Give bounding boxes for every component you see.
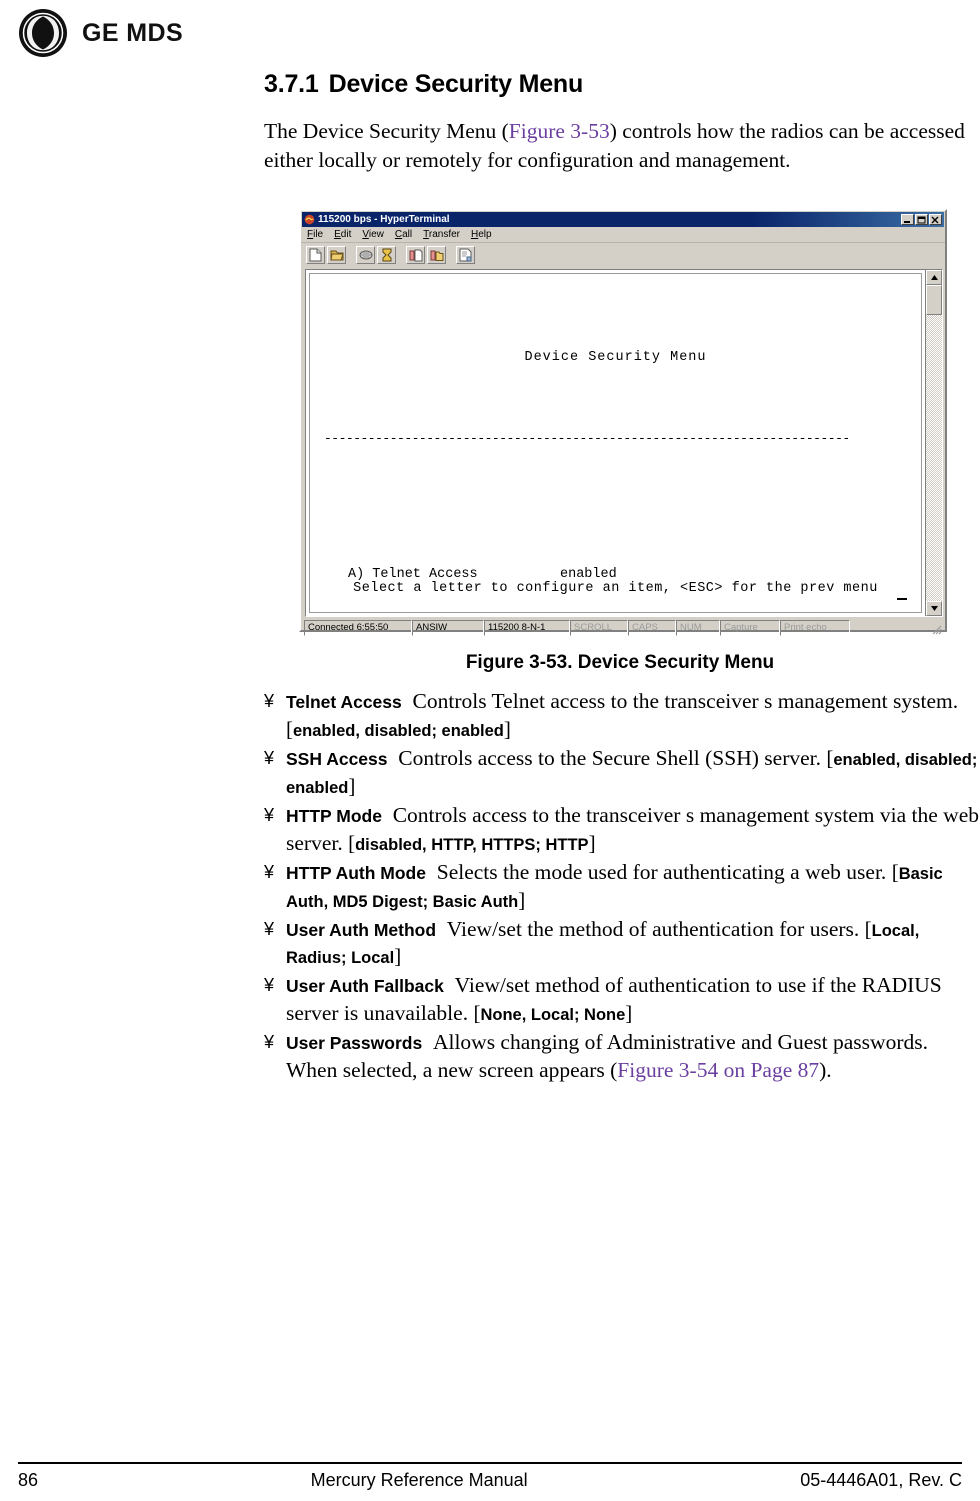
bullet-glyph-icon: ¥ bbox=[264, 804, 275, 825]
page-header: ge GE MDS bbox=[18, 8, 183, 58]
scrollbar-thumb[interactable] bbox=[926, 285, 942, 315]
parameter-options: None, Local; None bbox=[480, 1006, 626, 1025]
terminal-heading: Device Security Menu bbox=[524, 350, 707, 365]
scrollbar-track[interactable] bbox=[926, 285, 942, 601]
section-title: Device Security Menu bbox=[328, 70, 584, 98]
figure-3-53-xref-link[interactable]: Figure 3-53 bbox=[509, 119, 610, 143]
window-status-bar: Connected 6:55:50 ANSIW 115200 8-N-1 SCR… bbox=[304, 620, 943, 636]
window-toolbar bbox=[301, 243, 945, 268]
list-item-text: SSH Access Controls access to the Secure… bbox=[286, 745, 978, 798]
page-footer: 86 Mercury Reference Manual 05-4446A01, … bbox=[18, 1470, 962, 1491]
parameter-options: disabled, HTTP, HTTPS; HTTP bbox=[355, 835, 589, 854]
bullet-glyph-icon: ¥ bbox=[264, 691, 275, 711]
window-menu-bar: File Edit View Call Transfer Help bbox=[301, 227, 945, 243]
list-item: ¥ SSH Access Controls access to the Secu… bbox=[264, 745, 980, 801]
menu-help[interactable]: Help bbox=[471, 229, 492, 240]
list-item: ¥ HTTP Mode Controls access to the trans… bbox=[264, 802, 980, 858]
list-item: ¥ User Passwords Allows changing of Admi… bbox=[264, 1029, 980, 1085]
hyperterminal-app-icon bbox=[304, 214, 315, 225]
menu-view[interactable]: View bbox=[362, 229, 384, 240]
status-num-indicator: NUM bbox=[676, 620, 720, 636]
list-item-text: User Passwords Allows changing of Admini… bbox=[286, 1029, 980, 1085]
terminal-cursor bbox=[897, 598, 907, 600]
open-connection-icon[interactable] bbox=[327, 246, 346, 264]
window-resize-grip[interactable] bbox=[929, 620, 943, 636]
section-content: 3.7.1 Device Security Menu The Device Sec… bbox=[264, 70, 976, 174]
menu-transfer[interactable]: Transfer bbox=[423, 229, 460, 240]
footer-divider bbox=[18, 1462, 962, 1464]
figure-caption: Figure 3-53. Device Security Menu bbox=[465, 652, 775, 673]
list-item-text: HTTP Mode Controls access to the transce… bbox=[286, 802, 979, 855]
parameter-name: User Auth Fallback bbox=[286, 976, 444, 997]
parameter-name: SSH Access bbox=[286, 748, 388, 769]
list-item: ¥ HTTP Auth Mode Selects the mode used f… bbox=[264, 859, 980, 915]
parameter-description-list: ¥ Telnet Access Controls Telnet access t… bbox=[264, 688, 980, 1086]
parameter-name: Telnet Access bbox=[286, 692, 402, 712]
parameter-description: View/set the method of authentication fo… bbox=[446, 916, 860, 941]
page-title: 3.7.1 Device Security Menu bbox=[264, 70, 976, 99]
bullet-glyph-icon: ¥ bbox=[264, 1032, 275, 1053]
terminal-scrollbar[interactable] bbox=[925, 270, 942, 616]
send-file-icon[interactable] bbox=[406, 246, 425, 264]
terminal-divider: ----------------------------------------… bbox=[324, 431, 850, 446]
section-number: 3.7.1 bbox=[264, 70, 319, 98]
window-title: 115200 bps - HyperTerminal bbox=[318, 214, 450, 225]
status-print-echo-indicator: Print echo bbox=[780, 620, 850, 636]
disconnect-icon[interactable] bbox=[356, 246, 375, 264]
status-capture-indicator: Capture bbox=[720, 620, 780, 636]
list-item-text: User Auth Fallback View/set method of au… bbox=[286, 973, 942, 1026]
parameter-description-tail: ). bbox=[819, 1058, 832, 1083]
list-item: ¥ User Auth Method View/set the method o… bbox=[264, 916, 980, 972]
bullet-glyph-icon: ¥ bbox=[264, 975, 275, 996]
list-item: ¥ User Auth Fallback View/set method of … bbox=[264, 972, 980, 1028]
intro-text-before: The Device Security Menu ( bbox=[264, 119, 509, 143]
terminal-screen[interactable]: Device Security Menu -------------------… bbox=[309, 273, 922, 613]
call-icon[interactable] bbox=[377, 246, 396, 264]
status-connection-time: Connected 6:55:50 bbox=[304, 620, 412, 636]
list-item-text: User Auth Method View/set the method of … bbox=[286, 916, 920, 969]
menu-call[interactable]: Call bbox=[395, 229, 412, 240]
scroll-up-arrow-icon[interactable] bbox=[926, 270, 942, 285]
parameter-name: HTTP Mode bbox=[286, 805, 382, 826]
intro-paragraph: The Device Security Menu (Figure 3-53) c… bbox=[264, 117, 976, 174]
hyperterminal-window: 115200 bps - HyperTerminal File Edit Vie… bbox=[299, 209, 947, 636]
brand-wordmark: GE MDS bbox=[82, 18, 184, 47]
ge-monogram-icon: ge bbox=[19, 9, 67, 57]
parameter-name: User Passwords bbox=[286, 1033, 423, 1054]
scroll-down-arrow-icon[interactable] bbox=[926, 601, 942, 616]
footer-document-id: 05-4446A01, Rev. C bbox=[800, 1470, 962, 1490]
terminal-prompt-text: Select a letter to configure an item, <E… bbox=[353, 581, 878, 596]
window-controls bbox=[901, 214, 942, 225]
receive-file-icon[interactable] bbox=[427, 246, 446, 264]
bullet-glyph-icon: ¥ bbox=[264, 918, 275, 939]
footer-page-number: 86 bbox=[18, 1470, 39, 1490]
terminal-client-area: Device Security Menu -------------------… bbox=[305, 269, 943, 617]
status-caps-indicator: CAPS bbox=[628, 620, 676, 636]
new-connection-icon[interactable] bbox=[306, 246, 325, 264]
list-item: ¥ Telnet Access Controls Telnet access t… bbox=[264, 688, 980, 744]
status-emulation: ANSIW bbox=[412, 620, 484, 636]
close-button[interactable] bbox=[929, 214, 942, 225]
window-title-bar[interactable]: 115200 bps - HyperTerminal bbox=[302, 212, 944, 227]
parameter-description: Controls Telnet access to the transceive… bbox=[412, 689, 959, 713]
footer-manual-title: Mercury Reference Manual bbox=[310, 1470, 528, 1490]
parameter-options: enabled, disabled; enabled bbox=[293, 721, 504, 740]
maximize-button[interactable] bbox=[915, 214, 928, 225]
list-item-text: Telnet Access Controls Telnet access to … bbox=[286, 689, 959, 741]
parameter-name: HTTP Auth Mode bbox=[286, 862, 426, 883]
parameter-description: Controls access to the Secure Shell (SSH… bbox=[398, 745, 821, 770]
minimize-button[interactable] bbox=[901, 214, 914, 225]
menu-file[interactable]: File bbox=[307, 229, 323, 240]
status-scroll-indicator: SCROLL bbox=[570, 620, 628, 636]
bullet-glyph-icon: ¥ bbox=[264, 861, 275, 882]
menu-edit[interactable]: Edit bbox=[334, 229, 351, 240]
list-item-text: HTTP Auth Mode Selects the mode used for… bbox=[286, 859, 943, 912]
status-serial-settings: 115200 8-N-1 bbox=[484, 620, 570, 636]
parameter-name: User Auth Method bbox=[286, 919, 437, 940]
parameter-description: Selects the mode used for authenticating… bbox=[436, 859, 887, 884]
figure-3-54-xref-link[interactable]: Figure 3-54 on Page 87 bbox=[617, 1058, 819, 1082]
svg-text:ge: ge bbox=[35, 24, 52, 43]
bullet-glyph-icon: ¥ bbox=[264, 747, 275, 768]
properties-icon[interactable] bbox=[456, 246, 475, 264]
